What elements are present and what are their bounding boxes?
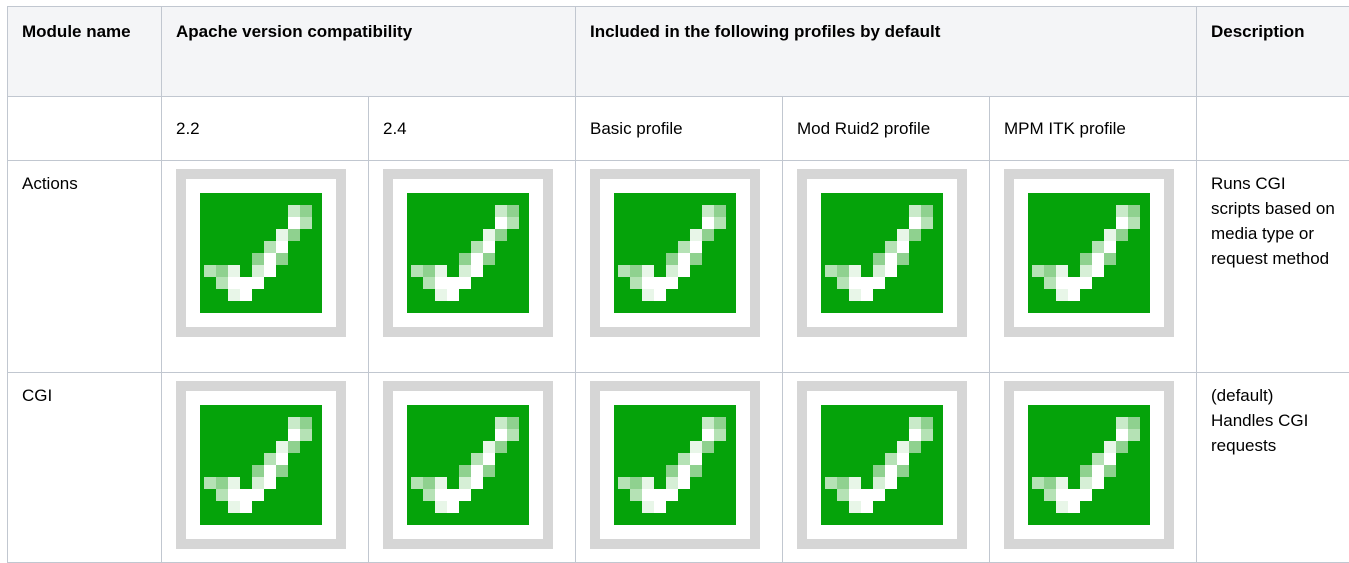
subheader-module-name	[8, 97, 162, 161]
header-description: Description	[1197, 7, 1349, 97]
basic-profile-cell	[576, 161, 783, 373]
header-module-name: Module name	[8, 7, 162, 97]
table-header-row: Module name Apache version compatibility…	[8, 7, 1349, 97]
subheader-ruid2-profile: Mod Ruid2 profile	[783, 97, 990, 161]
version-2-2-cell	[162, 373, 369, 563]
table-row: CGI (default) Handles CGI requests	[8, 373, 1349, 563]
version-2-2-cell	[162, 161, 369, 373]
subheader-itk-profile: MPM ITK profile	[990, 97, 1197, 161]
check-icon	[383, 169, 553, 337]
check-icon	[797, 381, 967, 549]
version-2-4-cell	[369, 161, 576, 373]
check-icon	[797, 169, 967, 337]
ruid2-profile-cell	[783, 161, 990, 373]
module-name-cell: Actions	[8, 161, 162, 373]
basic-profile-cell	[576, 373, 783, 563]
version-2-4-cell	[369, 373, 576, 563]
ruid2-profile-cell	[783, 373, 990, 563]
table-row: Actions Runs CGI scripts based on media …	[8, 161, 1349, 373]
subheader-description	[1197, 97, 1349, 161]
check-icon	[590, 381, 760, 549]
subheader-version-2-4: 2.4	[369, 97, 576, 161]
itk-profile-cell	[990, 161, 1197, 373]
check-icon	[1004, 169, 1174, 337]
module-compatibility-table: Module name Apache version compatibility…	[7, 6, 1349, 563]
check-icon	[1004, 381, 1174, 549]
header-profiles: Included in the following profiles by de…	[576, 7, 1197, 97]
table-subheader-row: 2.2 2.4 Basic profile Mod Ruid2 profile …	[8, 97, 1349, 161]
description-cell: Runs CGI scripts based on media type or …	[1197, 161, 1349, 373]
subheader-basic-profile: Basic profile	[576, 97, 783, 161]
description-cell: (default) Handles CGI requests	[1197, 373, 1349, 563]
header-apache-version: Apache version compatibility	[162, 7, 576, 97]
check-icon	[176, 169, 346, 337]
check-icon	[176, 381, 346, 549]
itk-profile-cell	[990, 373, 1197, 563]
module-name-cell: CGI	[8, 373, 162, 563]
check-icon	[590, 169, 760, 337]
check-icon	[383, 381, 553, 549]
subheader-version-2-2: 2.2	[162, 97, 369, 161]
